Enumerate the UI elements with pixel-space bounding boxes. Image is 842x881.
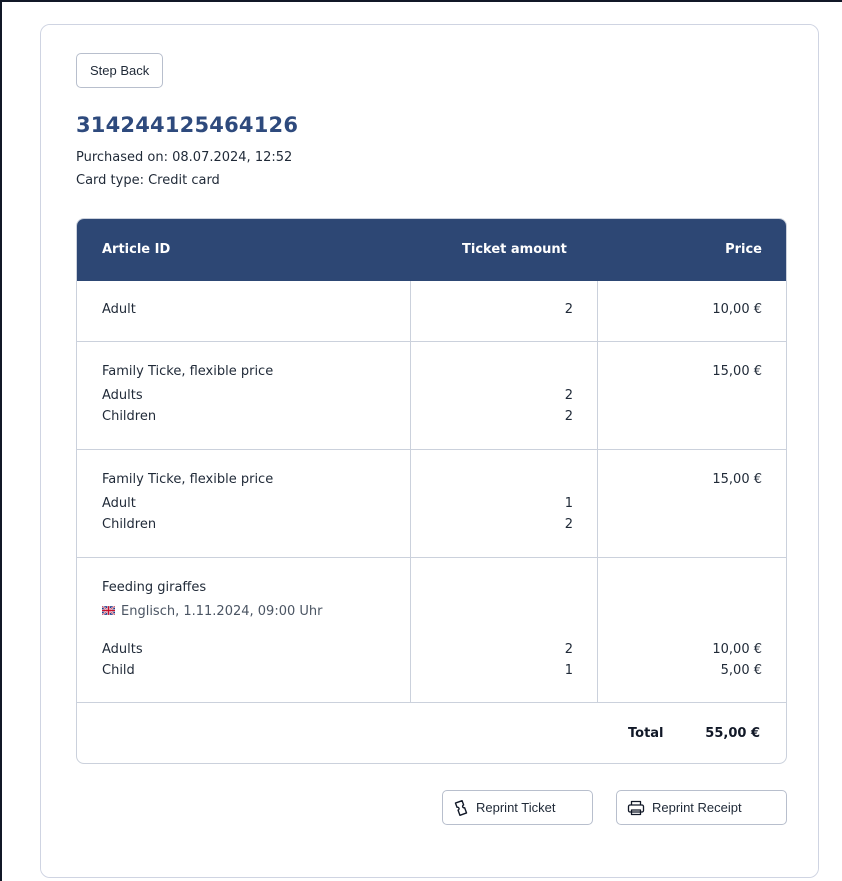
row-price: 15,00 € [712,472,762,487]
uk-flag-icon [102,606,115,615]
row-line-label: Child [102,663,135,678]
card-type: Card type: Credit card [76,173,220,188]
column-header-price: Price [725,242,762,257]
row-article: Feeding giraffes [102,580,207,595]
reprint-receipt-button[interactable]: Reprint Receipt [616,790,787,825]
table-header: Article ID Ticket amount Price [77,219,786,281]
row-price: 10,00 € [712,302,762,317]
row-subtitle-text: Englisch, 1.11.2024, 09:00 Uhr [121,604,323,619]
order-id-title: 314244125464126 [76,113,299,137]
table-row: Family Ticke, flexible price Adult Child… [77,450,786,558]
row-line-amount: 2 [564,409,573,424]
row-line-amount: 1 [564,496,573,511]
table-row: Adult 2 10,00 € [77,281,786,342]
printer-icon [627,800,645,815]
purchase-date: Purchased on: 08.07.2024, 12:52 [76,150,293,165]
row-amount: 2 [564,302,573,317]
step-back-button[interactable]: Step Back [76,53,164,88]
row-line-label: Adults [102,642,143,657]
reprint-ticket-button[interactable]: Reprint Ticket [442,790,593,825]
row-line-amount: 2 [564,517,573,532]
table-row: Feeding giraffes Englisch, 1.11.2024, 09… [77,558,786,703]
order-table: Article ID Ticket amount Price Adult 2 1… [76,218,787,764]
column-header-article: Article ID [102,242,171,257]
row-article: Adult [102,302,136,317]
row-line-amount: 2 [564,642,573,657]
row-article: Family Ticke, flexible price [102,364,274,379]
row-article: Family Ticke, flexible price [102,472,274,487]
row-line-price: 10,00 € [712,642,762,657]
column-header-amount: Ticket amount [462,242,567,257]
total-label: Total [628,726,664,741]
row-line-label: Adult [102,496,136,511]
row-line-amount: 1 [564,663,573,678]
row-line-label: Children [102,409,157,424]
reprint-ticket-label: Reprint Ticket [476,800,556,815]
row-line-price: 5,00 € [720,663,762,678]
row-price: 15,00 € [712,364,762,379]
row-subtitle: Englisch, 1.11.2024, 09:00 Uhr [102,604,322,619]
reprint-receipt-label: Reprint Receipt [652,800,742,815]
ticket-icon [454,799,468,816]
total-value: 55,00 € [705,726,760,741]
row-line-label: Adults [102,388,143,403]
row-line-label: Children [102,517,157,532]
row-line-amount: 2 [564,388,573,403]
table-row: Family Ticke, flexible price Adults Chil… [77,342,786,450]
